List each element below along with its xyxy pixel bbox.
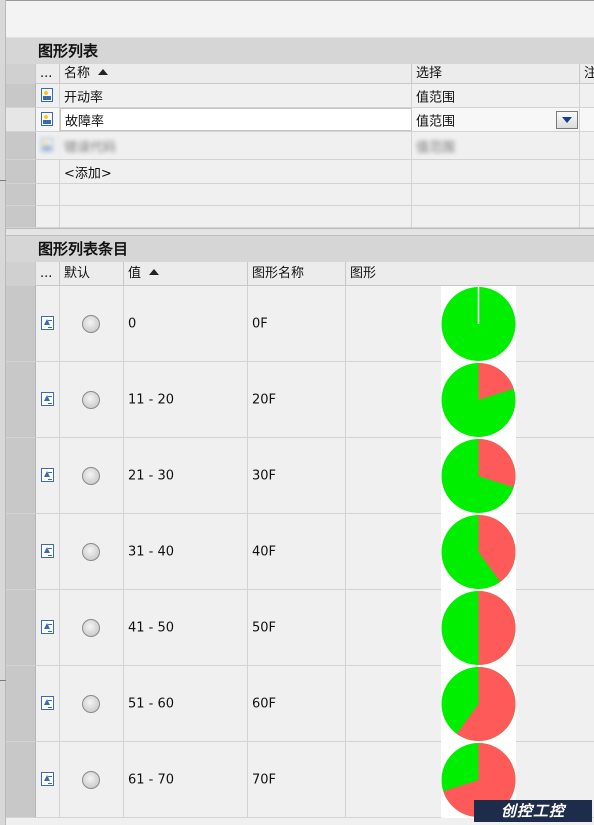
header-value-label: 值	[128, 266, 142, 281]
header-comment[interactable]: 注	[580, 64, 594, 84]
list-selection: 值范围	[416, 140, 456, 155]
entry-value: 31 - 40	[128, 544, 175, 559]
graphic-list-header: ... 名称 选择 注	[6, 64, 594, 84]
row-gutter[interactable]	[6, 666, 36, 741]
header-default[interactable]: 默认	[60, 262, 124, 286]
graphic-list-title: 图形列表	[6, 38, 594, 64]
default-radio-button[interactable]	[82, 619, 100, 637]
image-list-icon	[41, 112, 53, 126]
row-gutter[interactable]	[6, 160, 36, 183]
entry-graphic-name: 70F	[252, 772, 277, 787]
header-ellipsis[interactable]: ...	[36, 64, 60, 84]
top-toolbar	[6, 0, 594, 38]
list-name: 故障率	[65, 114, 105, 129]
add-new-entry: <添加>	[64, 166, 112, 181]
row-gutter[interactable]	[6, 286, 36, 361]
header-name[interactable]: 名称	[60, 64, 412, 84]
list-name: 开动率	[64, 90, 104, 105]
entry-value: 61 - 70	[128, 772, 175, 787]
entry-graphic-name: 50F	[252, 620, 277, 635]
entries-header: ... 默认 值 图形名称 图形	[6, 262, 594, 286]
sort-ascending-icon	[149, 269, 160, 275]
pie-graphic	[441, 667, 516, 741]
entry-row[interactable]: 11 - 20 20F	[6, 362, 594, 438]
list-row-selected[interactable]: 故障率 值范围	[6, 108, 594, 132]
default-radio-button[interactable]	[82, 391, 100, 409]
row-gutter[interactable]	[6, 742, 36, 817]
default-radio-button[interactable]	[82, 467, 100, 485]
header-name-label: 名称	[64, 66, 91, 81]
pie-graphic	[441, 363, 516, 437]
entry-graphic-name: 30F	[252, 468, 277, 483]
list-row[interactable]: 错误代码 值范围	[6, 132, 594, 160]
row-gutter[interactable]	[6, 132, 36, 159]
empty-row	[6, 184, 594, 206]
graphic-entry-icon	[41, 620, 54, 634]
pie-graphic	[441, 591, 516, 665]
entry-value: 11 - 20	[128, 392, 175, 407]
entry-graphic-name: 0F	[252, 316, 268, 331]
default-radio-button[interactable]	[82, 771, 100, 789]
watermark-logo: 创控工控	[474, 800, 592, 822]
header-graphic-name[interactable]: 图形名称	[248, 262, 346, 286]
list-name: 错误代码	[64, 140, 117, 155]
list-selection: 值范围	[416, 114, 456, 129]
panel-splitter[interactable]	[6, 228, 594, 236]
graphic-preview	[441, 438, 516, 514]
default-radio-button[interactable]	[82, 695, 100, 713]
graphic-entry-icon	[41, 468, 54, 482]
graphic-preview	[441, 666, 516, 742]
default-radio-button[interactable]	[82, 543, 100, 561]
header-ellipsis[interactable]: ...	[36, 262, 60, 286]
header-selection[interactable]: 选择	[412, 64, 580, 84]
default-radio-button[interactable]	[82, 315, 100, 333]
row-gutter[interactable]	[6, 438, 36, 513]
graphic-entry-icon	[41, 392, 54, 406]
entry-row[interactable]: 0 0F	[6, 286, 594, 362]
entry-row[interactable]: 31 - 40 40F	[6, 514, 594, 590]
empty-row	[6, 206, 594, 228]
header-gutter	[6, 64, 36, 84]
graphic-preview	[441, 362, 516, 438]
entry-value: 51 - 60	[128, 696, 175, 711]
sort-ascending-icon	[98, 69, 109, 75]
name-edit-field[interactable]: 故障率	[60, 108, 412, 131]
graphic-entry-icon	[41, 772, 54, 786]
row-gutter[interactable]	[6, 108, 36, 131]
image-list-icon	[41, 88, 53, 102]
entries-title: 图形列表条目	[6, 236, 594, 262]
graphic-entry-icon	[41, 316, 54, 330]
add-row[interactable]: <添加>	[6, 160, 594, 184]
entry-value: 41 - 50	[128, 620, 175, 635]
graphic-preview	[441, 514, 516, 590]
graphic-entry-icon	[41, 544, 54, 558]
row-gutter[interactable]	[6, 84, 36, 107]
list-selection: 值范围	[416, 90, 456, 105]
pie-graphic	[441, 287, 516, 361]
graphic-preview	[441, 286, 516, 362]
selection-dropdown-button[interactable]	[556, 111, 578, 129]
graphic-entry-icon	[41, 696, 54, 710]
list-row[interactable]: 开动率 值范围	[6, 84, 594, 108]
entry-value: 0	[128, 316, 137, 331]
entry-graphic-name: 60F	[252, 696, 277, 711]
row-gutter[interactable]	[6, 590, 36, 665]
entry-value: 21 - 30	[128, 468, 175, 483]
entry-graphic-name: 20F	[252, 392, 277, 407]
entry-row[interactable]: 51 - 60 60F	[6, 666, 594, 742]
image-list-icon	[41, 138, 53, 152]
row-gutter[interactable]	[6, 362, 36, 437]
header-value[interactable]: 值	[124, 262, 248, 286]
header-graphic[interactable]: 图形	[346, 262, 594, 286]
pie-graphic	[441, 439, 516, 513]
chevron-down-icon	[562, 117, 572, 123]
entry-row[interactable]: 21 - 30 30F	[6, 438, 594, 514]
row-gutter[interactable]	[6, 514, 36, 589]
entry-row[interactable]: 41 - 50 50F	[6, 590, 594, 666]
header-gutter	[6, 262, 36, 286]
entry-graphic-name: 40F	[252, 544, 277, 559]
graphic-list-editor: 图形列表 ... 名称 选择 注 开动率 值范围 故障率 值范围 错误代码 值范…	[0, 0, 594, 825]
pie-graphic	[441, 515, 516, 589]
graphic-preview	[441, 590, 516, 666]
